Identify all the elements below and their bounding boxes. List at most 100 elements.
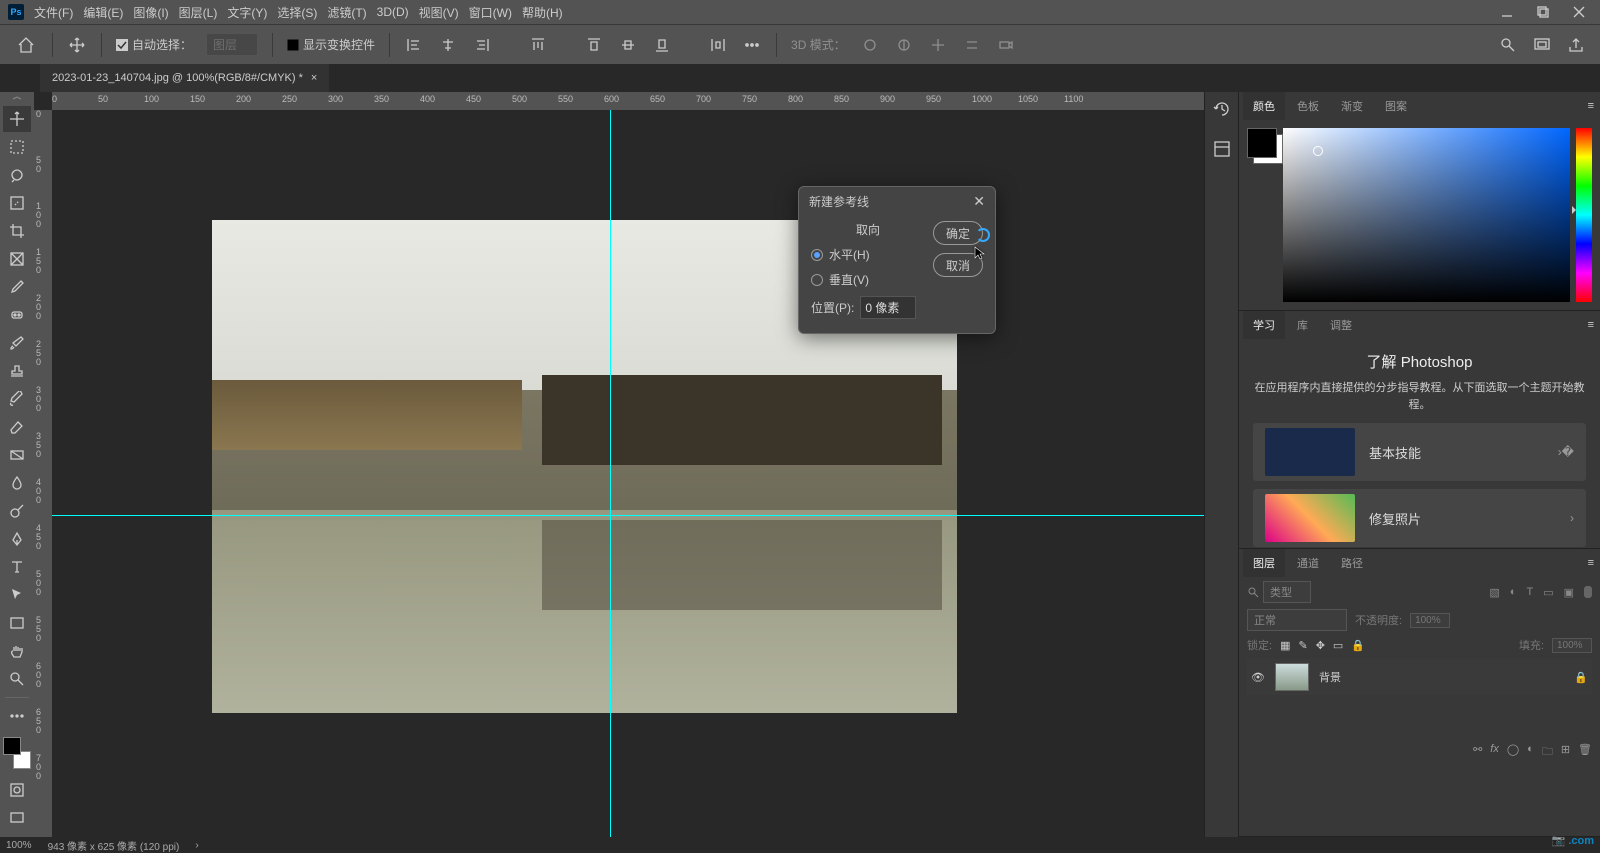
stamp-tool[interactable] bbox=[3, 358, 31, 384]
fg-color-swatch[interactable] bbox=[3, 737, 21, 755]
hand-tool[interactable] bbox=[3, 638, 31, 664]
layer-fx-icon[interactable]: fx bbox=[1490, 743, 1499, 762]
align-vtop-icon[interactable] bbox=[584, 35, 604, 55]
minimize-button[interactable] bbox=[1494, 3, 1520, 21]
learn-card-retouch[interactable]: 修复照片 › bbox=[1253, 489, 1586, 547]
horizontal-ruler[interactable]: 0501001502002503003504004505005506006507… bbox=[52, 92, 1204, 110]
rectangle-tool[interactable] bbox=[3, 610, 31, 636]
filter-kind-dropdown[interactable]: 类型 bbox=[1263, 581, 1311, 603]
properties-panel-icon[interactable] bbox=[1211, 138, 1233, 160]
dialog-titlebar[interactable]: 新建参考线 ✕ bbox=[799, 187, 995, 215]
panel-menu-icon[interactable]: ≡ bbox=[1588, 319, 1594, 331]
edit-toolbar-icon[interactable] bbox=[3, 703, 31, 729]
canvas[interactable] bbox=[52, 110, 1204, 837]
hue-slider[interactable] bbox=[1576, 128, 1592, 302]
eraser-tool[interactable] bbox=[3, 414, 31, 440]
lock-position-icon[interactable]: ✎ bbox=[1298, 639, 1307, 652]
tab-close-icon[interactable]: × bbox=[311, 72, 317, 84]
move-tool-icon[interactable] bbox=[67, 35, 87, 55]
maximize-button[interactable] bbox=[1530, 3, 1556, 21]
screenmode-icon[interactable] bbox=[1532, 35, 1552, 55]
quickmask-icon[interactable] bbox=[3, 777, 31, 803]
new-layer-icon[interactable]: ⊞ bbox=[1561, 743, 1570, 762]
align-right-icon[interactable] bbox=[472, 35, 492, 55]
zoom-level[interactable]: 100% bbox=[6, 840, 32, 851]
tab-color[interactable]: 颜色 bbox=[1243, 92, 1285, 120]
tab-layers[interactable]: 图层 bbox=[1243, 549, 1285, 577]
dialog-close-icon[interactable]: ✕ bbox=[973, 193, 985, 210]
learn-card-basics[interactable]: 基本技能 ›� bbox=[1253, 423, 1586, 481]
eyedropper-tool[interactable] bbox=[3, 274, 31, 300]
group-icon[interactable]: 🗀 bbox=[1542, 743, 1553, 762]
type-tool[interactable] bbox=[3, 554, 31, 580]
share-icon[interactable] bbox=[1566, 35, 1586, 55]
hue-indicator[interactable] bbox=[1572, 206, 1576, 214]
menu-type[interactable]: 文字(Y) bbox=[227, 4, 267, 21]
close-button[interactable] bbox=[1566, 3, 1592, 21]
radio-horizontal[interactable]: 水平(H) bbox=[811, 246, 925, 263]
menu-window[interactable]: 窗口(W) bbox=[469, 4, 512, 21]
magic-wand-tool[interactable] bbox=[3, 190, 31, 216]
tab-libraries[interactable]: 库 bbox=[1287, 311, 1318, 339]
position-input[interactable]: 0 像素 bbox=[860, 296, 916, 319]
blur-tool[interactable] bbox=[3, 470, 31, 496]
filter-adjust-icon[interactable]: ◐ bbox=[1510, 586, 1517, 599]
filter-pixel-icon[interactable]: ▧ bbox=[1489, 586, 1499, 599]
tab-paths[interactable]: 路径 bbox=[1331, 549, 1373, 577]
panel-menu-icon[interactable]: ≡ bbox=[1588, 100, 1594, 112]
menu-filter[interactable]: 滤镜(T) bbox=[327, 4, 366, 21]
move-tool[interactable] bbox=[3, 106, 31, 132]
align-top-icon[interactable] bbox=[528, 35, 548, 55]
more-align-icon[interactable] bbox=[742, 35, 762, 55]
fg-swatch-mini[interactable] bbox=[1247, 128, 1277, 158]
menu-layer[interactable]: 图层(L) bbox=[179, 4, 218, 21]
screenmode-tool-icon[interactable] bbox=[3, 805, 31, 831]
menu-help[interactable]: 帮助(H) bbox=[522, 4, 563, 21]
tab-swatches[interactable]: 色板 bbox=[1287, 92, 1329, 120]
lock-icon[interactable]: 🔒 bbox=[1574, 671, 1588, 684]
vertical-guide[interactable] bbox=[610, 110, 611, 837]
color-picker-ring[interactable] bbox=[1313, 146, 1323, 156]
path-select-tool[interactable] bbox=[3, 582, 31, 608]
menu-image[interactable]: 图像(I) bbox=[133, 4, 168, 21]
layer-thumbnail[interactable] bbox=[1275, 663, 1309, 691]
frame-tool[interactable] bbox=[3, 246, 31, 272]
history-panel-icon[interactable] bbox=[1211, 98, 1233, 120]
panel-menu-icon[interactable]: ≡ bbox=[1588, 557, 1594, 569]
pen-tool[interactable] bbox=[3, 526, 31, 552]
menu-edit[interactable]: 编辑(E) bbox=[83, 4, 123, 21]
layer-filter[interactable]: 类型 bbox=[1247, 581, 1483, 603]
fill-input[interactable]: 100% bbox=[1552, 638, 1592, 653]
auto-select-dropdown[interactable]: 图层 bbox=[206, 33, 258, 56]
adjustment-layer-icon[interactable]: ◐ bbox=[1527, 743, 1534, 762]
brush-tool[interactable] bbox=[3, 330, 31, 356]
distribute-icon[interactable] bbox=[708, 35, 728, 55]
filter-shape-icon[interactable]: ▭ bbox=[1543, 586, 1553, 599]
filter-toggle-icon[interactable] bbox=[1584, 586, 1592, 598]
menu-file[interactable]: 文件(F) bbox=[34, 4, 73, 21]
menu-view[interactable]: 视图(V) bbox=[419, 4, 459, 21]
heal-tool[interactable] bbox=[3, 302, 31, 328]
ok-button[interactable]: 确定 bbox=[933, 221, 983, 245]
visibility-icon[interactable]: 👁 bbox=[1251, 671, 1265, 684]
lock-pixels-icon[interactable]: ▦ bbox=[1280, 639, 1290, 652]
auto-select-checkbox[interactable]: 自动选择： bbox=[116, 36, 192, 53]
show-transform-checkbox[interactable]: 显示变换控件 bbox=[287, 36, 375, 53]
filter-type-icon[interactable]: T bbox=[1526, 586, 1533, 599]
tab-adjustments[interactable]: 调整 bbox=[1320, 311, 1362, 339]
lock-all-icon[interactable]: 🔒 bbox=[1351, 639, 1365, 652]
dodge-tool[interactable] bbox=[3, 498, 31, 524]
vertical-ruler[interactable]: 05 01 0 01 5 02 0 02 5 03 0 03 5 04 0 04… bbox=[34, 110, 52, 837]
tab-patterns[interactable]: 图案 bbox=[1375, 92, 1417, 120]
blend-mode-dropdown[interactable]: 正常 bbox=[1247, 609, 1347, 631]
menu-select[interactable]: 选择(S) bbox=[277, 4, 317, 21]
tab-gradients[interactable]: 渐变 bbox=[1331, 92, 1373, 120]
layer-mask-icon[interactable]: ◯ bbox=[1507, 743, 1519, 762]
document-tab[interactable]: 2023-01-23_140704.jpg @ 100%(RGB/8#/CMYK… bbox=[40, 64, 329, 92]
doc-info-chevron-icon[interactable]: › bbox=[195, 840, 198, 851]
link-layers-icon[interactable]: ⚯ bbox=[1473, 743, 1482, 762]
search-icon[interactable] bbox=[1498, 35, 1518, 55]
filter-smart-icon[interactable]: ▣ bbox=[1564, 586, 1574, 599]
radio-vertical[interactable]: 垂直(V) bbox=[811, 271, 925, 288]
tab-channels[interactable]: 通道 bbox=[1287, 549, 1329, 577]
